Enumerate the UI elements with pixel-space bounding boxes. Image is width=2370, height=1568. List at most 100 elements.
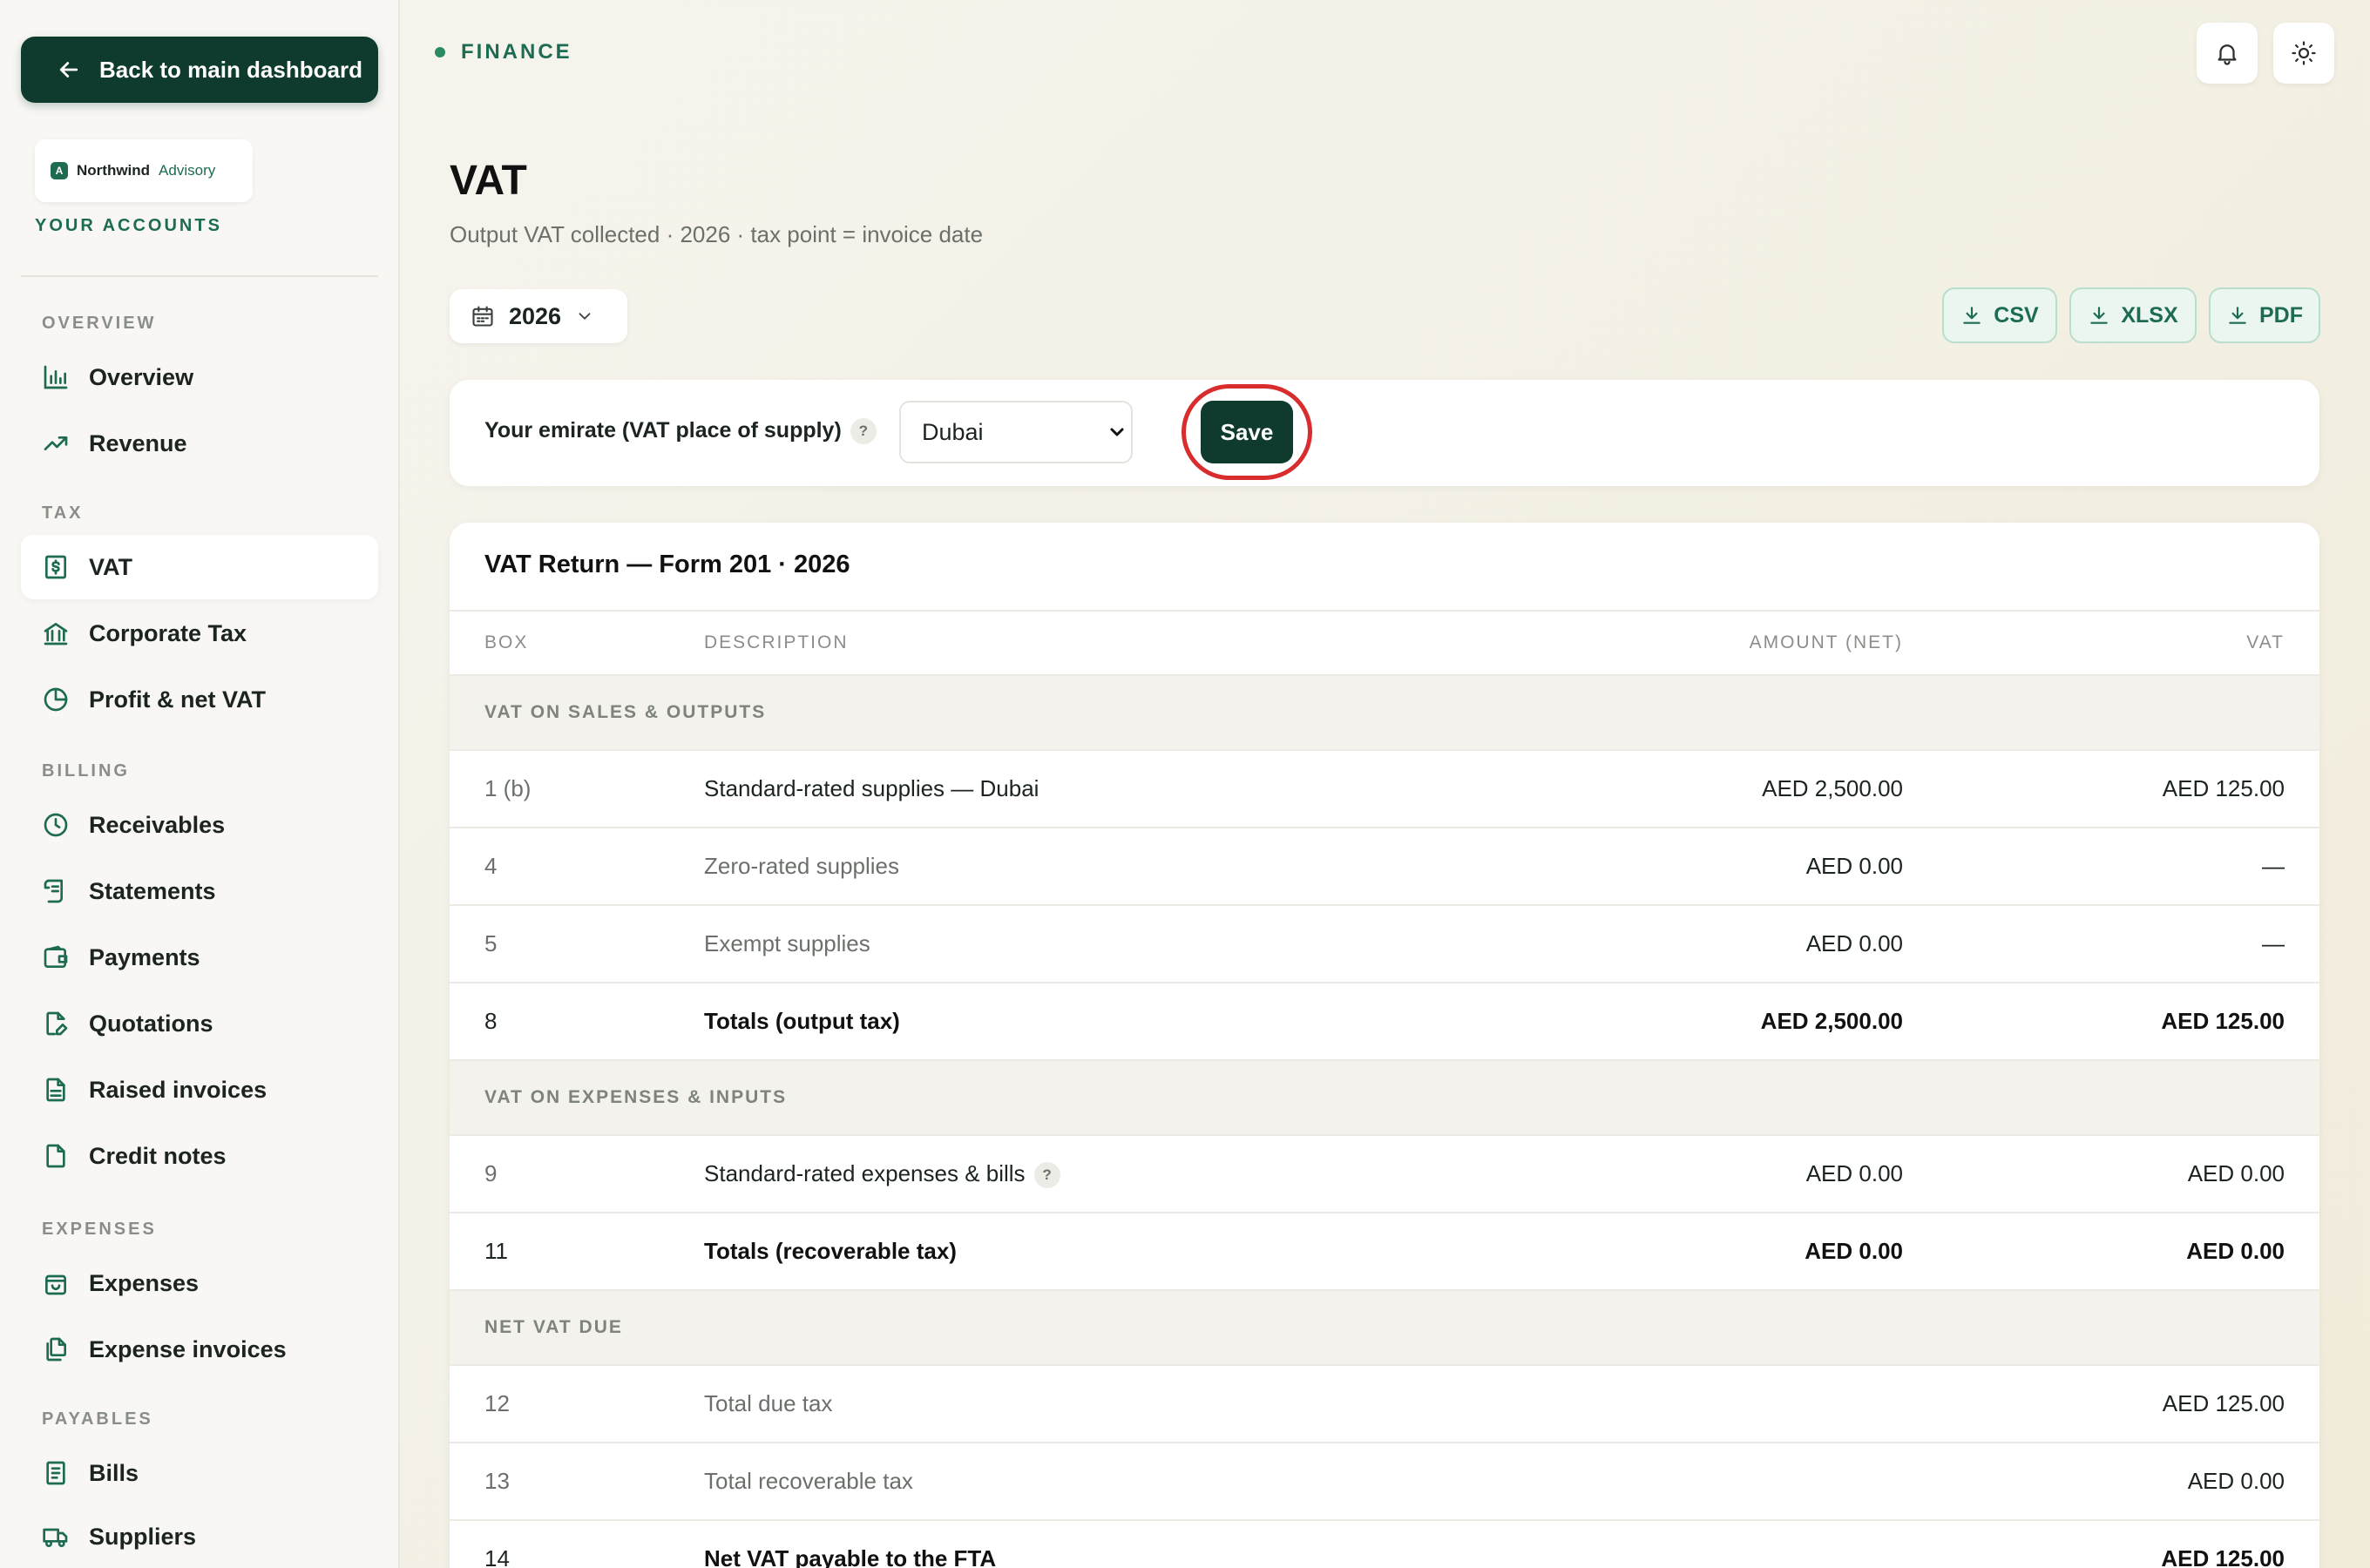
sidebar-item-profit-net-vat[interactable]: Profit & net VAT [21,667,378,732]
help-icon[interactable]: ? [1033,1162,1060,1189]
sidebar-item-vat[interactable]: VAT [21,535,378,599]
receipt-dollar-icon [45,555,66,579]
vat-return-card: VAT Return — Form 201 · 2026 BOX DESCRIP… [450,523,2319,1568]
sidebar-item-raised-invoices[interactable]: Raised invoices [21,1058,378,1122]
truck-icon [43,1528,68,1547]
section-tax: TAX [42,504,84,523]
cell-box: 5 [484,930,498,956]
export-csv-button[interactable]: CSV [1942,287,2057,343]
cell-box: 1 (b) [484,775,532,801]
main-content: FINANCE VAT Output VAT collected · 2026 … [400,0,2370,1568]
cell-amount: AED 2,500.00 [1760,1008,1903,1034]
sidebar-item-bills[interactable]: Bills [21,1441,378,1505]
file-text-icon [46,1078,65,1102]
breadcrumb: FINANCE [435,40,572,64]
sidebar-item-label: Overview [89,363,194,390]
sidebar-item-label: Suppliers [89,1523,197,1550]
cell-description: Standard-rated expenses & bills? [704,1160,1060,1189]
section-expenses: EXPENSES [42,1220,157,1239]
sidebar-item-statements[interactable]: Statements [21,859,378,923]
save-button[interactable]: Save [1201,401,1293,463]
export-pdf-button[interactable]: PDF [2209,287,2320,343]
cell-description-text: Standard-rated expenses & bills [704,1160,1026,1186]
cell-vat: AED 125.00 [2162,775,2285,801]
cell-description: Total due tax [704,1390,833,1416]
emirate-label: Your emirate (VAT place of supply)? [484,418,877,445]
cell-description: Total recoverable tax [704,1468,913,1494]
sidebar-item-label: Expense invoices [89,1335,287,1362]
cell-vat: — [2262,853,2285,879]
sidebar-item-label: Expenses [89,1269,200,1296]
theme-toggle-button[interactable] [2273,23,2334,84]
download-icon [1963,307,1981,324]
year-picker[interactable]: 2026 [450,289,627,343]
cell-description: Totals (output tax) [704,1008,900,1034]
download-icon [2229,307,2246,324]
sidebar-item-label: VAT [89,553,132,580]
bar-chart-icon [44,365,68,389]
back-to-dashboard-button[interactable]: Back to main dashboard [21,37,378,103]
trend-up-icon [44,436,68,450]
sidebar-item-label: Payments [89,943,200,970]
column-box: BOX [484,632,529,652]
table-row: 13 Total recoverable tax AED 0.00 [450,1443,2319,1521]
sidebar-item-label: Quotations [89,1010,213,1037]
section-title: VAT ON SALES & OUTPUTS [484,702,767,722]
sidebar-item-label: Revenue [89,429,187,456]
arrow-left-icon [59,62,78,78]
sun-icon [2292,41,2316,65]
section-row: VAT ON SALES & OUTPUTS [450,676,2319,751]
table-row: 12 Total due tax AED 125.00 [450,1366,2319,1443]
cell-description: Zero-rated supplies [704,853,899,879]
table-row: 4 Zero-rated supplies AED 0.00 — [450,828,2319,906]
account-logo-card[interactable]: A Northwind Advisory [35,139,253,202]
year-value: 2026 [509,302,562,329]
chevron-down-icon [579,313,591,320]
cell-vat: AED 125.00 [2162,1390,2285,1416]
sidebar-item-payments[interactable]: Payments [21,925,378,990]
export-xlsx-label: XLSX [2121,302,2178,328]
cell-vat: AED 125.00 [2161,1545,2285,1568]
sidebar-item-corporate-tax[interactable]: Corporate Tax [21,601,378,666]
table-row-total: 14 Net VAT payable to the FTA AED 125.00 [450,1521,2319,1568]
cell-box: 14 [484,1545,510,1568]
shopping-bag-icon [45,1274,66,1295]
pie-chart-icon [44,687,68,712]
sidebar-item-expenses[interactable]: Expenses [21,1251,378,1315]
emirate-select[interactable]: Dubai [899,401,1133,463]
cell-box: 9 [484,1160,498,1186]
sidebar-item-receivables[interactable]: Receivables [21,793,378,857]
back-button-label: Back to main dashboard [99,56,362,83]
cell-description: Totals (recoverable tax) [704,1238,957,1264]
sidebar-item-overview[interactable]: Overview [21,345,378,409]
cell-vat: AED 0.00 [2187,1468,2285,1494]
table-header: BOX DESCRIPTION AMOUNT (NET) VAT [450,610,2319,676]
sidebar: Back to main dashboard A Northwind Advis… [0,0,400,1568]
export-xlsx-button[interactable]: XLSX [2069,287,2197,343]
cell-box: 12 [484,1390,510,1416]
column-amount: AMOUNT (NET) [1749,632,1903,652]
emirate-selected-value: Dubai [922,418,984,445]
clock-icon [44,813,68,837]
sidebar-item-quotations[interactable]: Quotations [21,991,378,1056]
cell-amount: AED 2,500.00 [1762,775,1903,801]
sidebar-item-revenue[interactable]: Revenue [21,411,378,476]
cell-description: Standard-rated supplies — Dubai [704,775,1039,801]
sidebar-item-label: Statements [89,877,216,904]
cell-box: 13 [484,1468,510,1494]
sidebar-item-expense-invoices[interactable]: Expense invoices [21,1317,378,1382]
breadcrumb-dot [435,47,445,57]
table-row: 9 Standard-rated expenses & bills? AED 0… [450,1136,2319,1213]
your-accounts-link[interactable]: YOUR ACCOUNTS [35,216,222,236]
help-icon[interactable]: ? [850,418,877,445]
notifications-button[interactable] [2197,23,2258,84]
cell-box: 4 [484,853,498,879]
sidebar-item-suppliers[interactable]: Suppliers [21,1504,378,1568]
cell-box: 8 [484,1008,498,1034]
section-title: VAT ON EXPENSES & INPUTS [484,1087,788,1107]
sidebar-item-credit-notes[interactable]: Credit notes [21,1124,378,1188]
bell-icon [2218,44,2237,65]
column-description: DESCRIPTION [704,632,849,652]
download-icon [2090,307,2109,324]
cell-vat: AED 0.00 [2186,1238,2285,1264]
